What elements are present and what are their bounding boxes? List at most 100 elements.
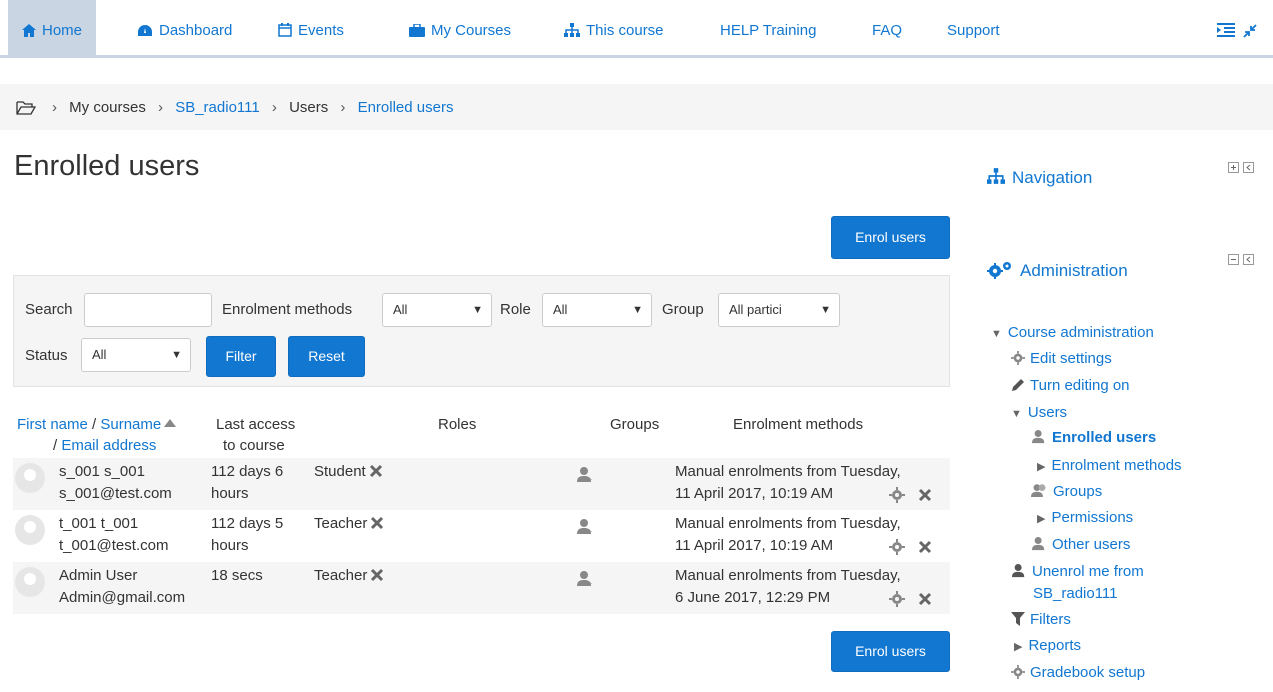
- table-row: Admin User Admin@gmail.com 18 secs Teach…: [13, 562, 950, 614]
- user-fullname[interactable]: t_001 t_001: [59, 513, 138, 534]
- nav-support[interactable]: Support: [947, 0, 1000, 55]
- header-roles: Roles: [438, 416, 477, 433]
- breadcrumb-my-courses: My courses: [69, 99, 146, 116]
- tree-other-users[interactable]: Other users: [1031, 536, 1130, 553]
- user-fullname[interactable]: Admin User: [59, 565, 137, 586]
- header-enrolment-methods: Enrolment methods: [733, 416, 864, 433]
- unenrol-icon[interactable]: [918, 488, 932, 502]
- status-value: All: [92, 347, 107, 362]
- role-cell: Student: [314, 461, 383, 482]
- breadcrumb-trail: › My courses › SB_radio111 › Users › Enr…: [44, 99, 453, 116]
- user-email: s_001@test.com: [59, 485, 172, 502]
- tree-enrolment-methods[interactable]: ▶ Enrolment methods: [1037, 457, 1182, 474]
- sort-surname[interactable]: Surname: [100, 416, 161, 433]
- tree-unenrol-me-course[interactable]: SB_radio111: [1033, 585, 1118, 602]
- chevron-down-icon: ▼: [820, 304, 831, 316]
- nav-faq[interactable]: FAQ: [872, 0, 902, 55]
- add-group-icon[interactable]: +: [576, 467, 594, 483]
- enrolment-date: 11 April 2017, 10:19 AM: [675, 537, 834, 554]
- expand-block-icon[interactable]: [1228, 162, 1239, 173]
- pencil-icon: [1012, 379, 1024, 391]
- collapse-block-icon[interactable]: [1228, 254, 1239, 265]
- enrolment-methods-select[interactable]: All ▼: [382, 293, 492, 327]
- gear-icon[interactable]: [889, 487, 905, 503]
- enrolment-methods-value: All: [393, 302, 408, 317]
- role-label: Role: [500, 301, 531, 318]
- compress-icon[interactable]: [1243, 24, 1257, 38]
- tree-users[interactable]: ▼ Users: [1011, 404, 1067, 421]
- indent-icon[interactable]: [1216, 22, 1235, 38]
- users-icon: [1031, 484, 1046, 497]
- nav-dashboard[interactable]: Dashboard: [137, 0, 232, 55]
- tree-course-administration[interactable]: ▼ Course administration: [991, 324, 1154, 341]
- search-label: Search: [25, 301, 73, 318]
- user-email: Admin@gmail.com: [59, 589, 186, 606]
- breadcrumb-enrolled-users[interactable]: Enrolled users: [358, 99, 454, 116]
- folder-open-icon[interactable]: [16, 100, 36, 116]
- tree-groups[interactable]: Groups: [1031, 483, 1102, 500]
- sort-asc-icon: [164, 419, 177, 427]
- avatar[interactable]: [15, 463, 45, 493]
- nav-events[interactable]: Events: [278, 0, 344, 55]
- search-input[interactable]: [84, 293, 212, 327]
- gear-icon[interactable]: [889, 591, 905, 607]
- navigation-block-title[interactable]: Navigation: [1012, 168, 1092, 188]
- role-cell: Teacher: [314, 565, 384, 586]
- caret-right-icon: ▶: [1037, 461, 1046, 473]
- nav-this-course[interactable]: This course: [564, 0, 664, 55]
- sort-email[interactable]: Email address: [61, 437, 156, 454]
- role-name: Teacher: [314, 567, 368, 584]
- tree-permissions[interactable]: ▶ Permissions: [1037, 509, 1133, 526]
- table-row: t_001 t_001 t_001@test.com 112 days 5 ho…: [13, 510, 950, 562]
- sort-first-name[interactable]: First name: [17, 416, 88, 433]
- filter-icon: [1011, 612, 1025, 626]
- tree-gradebook-setup[interactable]: Gradebook setup: [1011, 664, 1145, 681]
- tree-enrolled-users[interactable]: Enrolled users: [1031, 429, 1156, 446]
- add-group-icon[interactable]: +: [576, 571, 594, 587]
- sitemap-icon: [564, 23, 580, 37]
- status-select[interactable]: All ▼: [81, 338, 191, 372]
- tree-turn-editing-on[interactable]: Turn editing on: [1011, 377, 1130, 394]
- unassign-role-icon[interactable]: [370, 568, 384, 582]
- unenrol-icon[interactable]: [918, 540, 932, 554]
- filter-button[interactable]: Filter: [206, 336, 276, 377]
- add-group-icon[interactable]: +: [576, 519, 594, 535]
- avatar[interactable]: [15, 567, 45, 597]
- unassign-role-icon[interactable]: [369, 464, 383, 478]
- role-value: All: [553, 302, 568, 317]
- nav-home[interactable]: Home: [8, 0, 97, 55]
- group-select[interactable]: All partici ▼: [718, 293, 840, 327]
- unassign-role-icon[interactable]: [370, 516, 384, 530]
- sort-last-access[interactable]: Last access: [216, 416, 295, 433]
- tree-reports[interactable]: ▶ Reports: [1014, 637, 1081, 654]
- breadcrumb-separator: ›: [271, 99, 277, 116]
- caret-right-icon: ▶: [1014, 641, 1023, 653]
- dock-block-icon[interactable]: [1243, 162, 1255, 173]
- enrol-users-button-bottom[interactable]: Enrol users: [831, 631, 950, 672]
- user-icon: [1012, 564, 1025, 578]
- breadcrumb-separator: ›: [340, 99, 346, 116]
- role-select[interactable]: All ▼: [542, 293, 652, 327]
- dock-block-icon[interactable]: [1243, 254, 1255, 265]
- avatar[interactable]: [15, 515, 45, 545]
- header-email: / Email address: [53, 437, 157, 454]
- filter-form: Search Enrolment methods All ▼ Role All ▼ …: [13, 275, 950, 387]
- role-cell: Teacher: [314, 513, 384, 534]
- nav-help-training[interactable]: HELP Training: [720, 0, 816, 55]
- sort-last-access-2[interactable]: to course: [223, 437, 285, 454]
- gear-icon[interactable]: [889, 539, 905, 555]
- tree-filters[interactable]: Filters: [1011, 611, 1071, 628]
- tree-edit-settings[interactable]: Edit settings: [1011, 350, 1112, 367]
- user-fullname[interactable]: s_001 s_001: [59, 461, 145, 482]
- home-icon: [22, 24, 36, 37]
- administration-block-title[interactable]: Administration: [1020, 261, 1128, 281]
- table-row: s_001 s_001 s_001@test.com 112 days 6 ho…: [13, 458, 950, 510]
- reset-button[interactable]: Reset: [288, 336, 365, 377]
- nav-my-courses[interactable]: My Courses: [409, 0, 511, 55]
- enrol-users-button-top[interactable]: Enrol users: [831, 216, 950, 259]
- tree-unenrol-me[interactable]: Unenrol me from: [1011, 563, 1144, 580]
- enrolment-method: Manual enrolments from Tuesday,: [675, 463, 901, 480]
- cogs-icon: [987, 262, 1011, 279]
- unenrol-icon[interactable]: [918, 592, 932, 606]
- breadcrumb-course[interactable]: SB_radio111: [175, 99, 260, 116]
